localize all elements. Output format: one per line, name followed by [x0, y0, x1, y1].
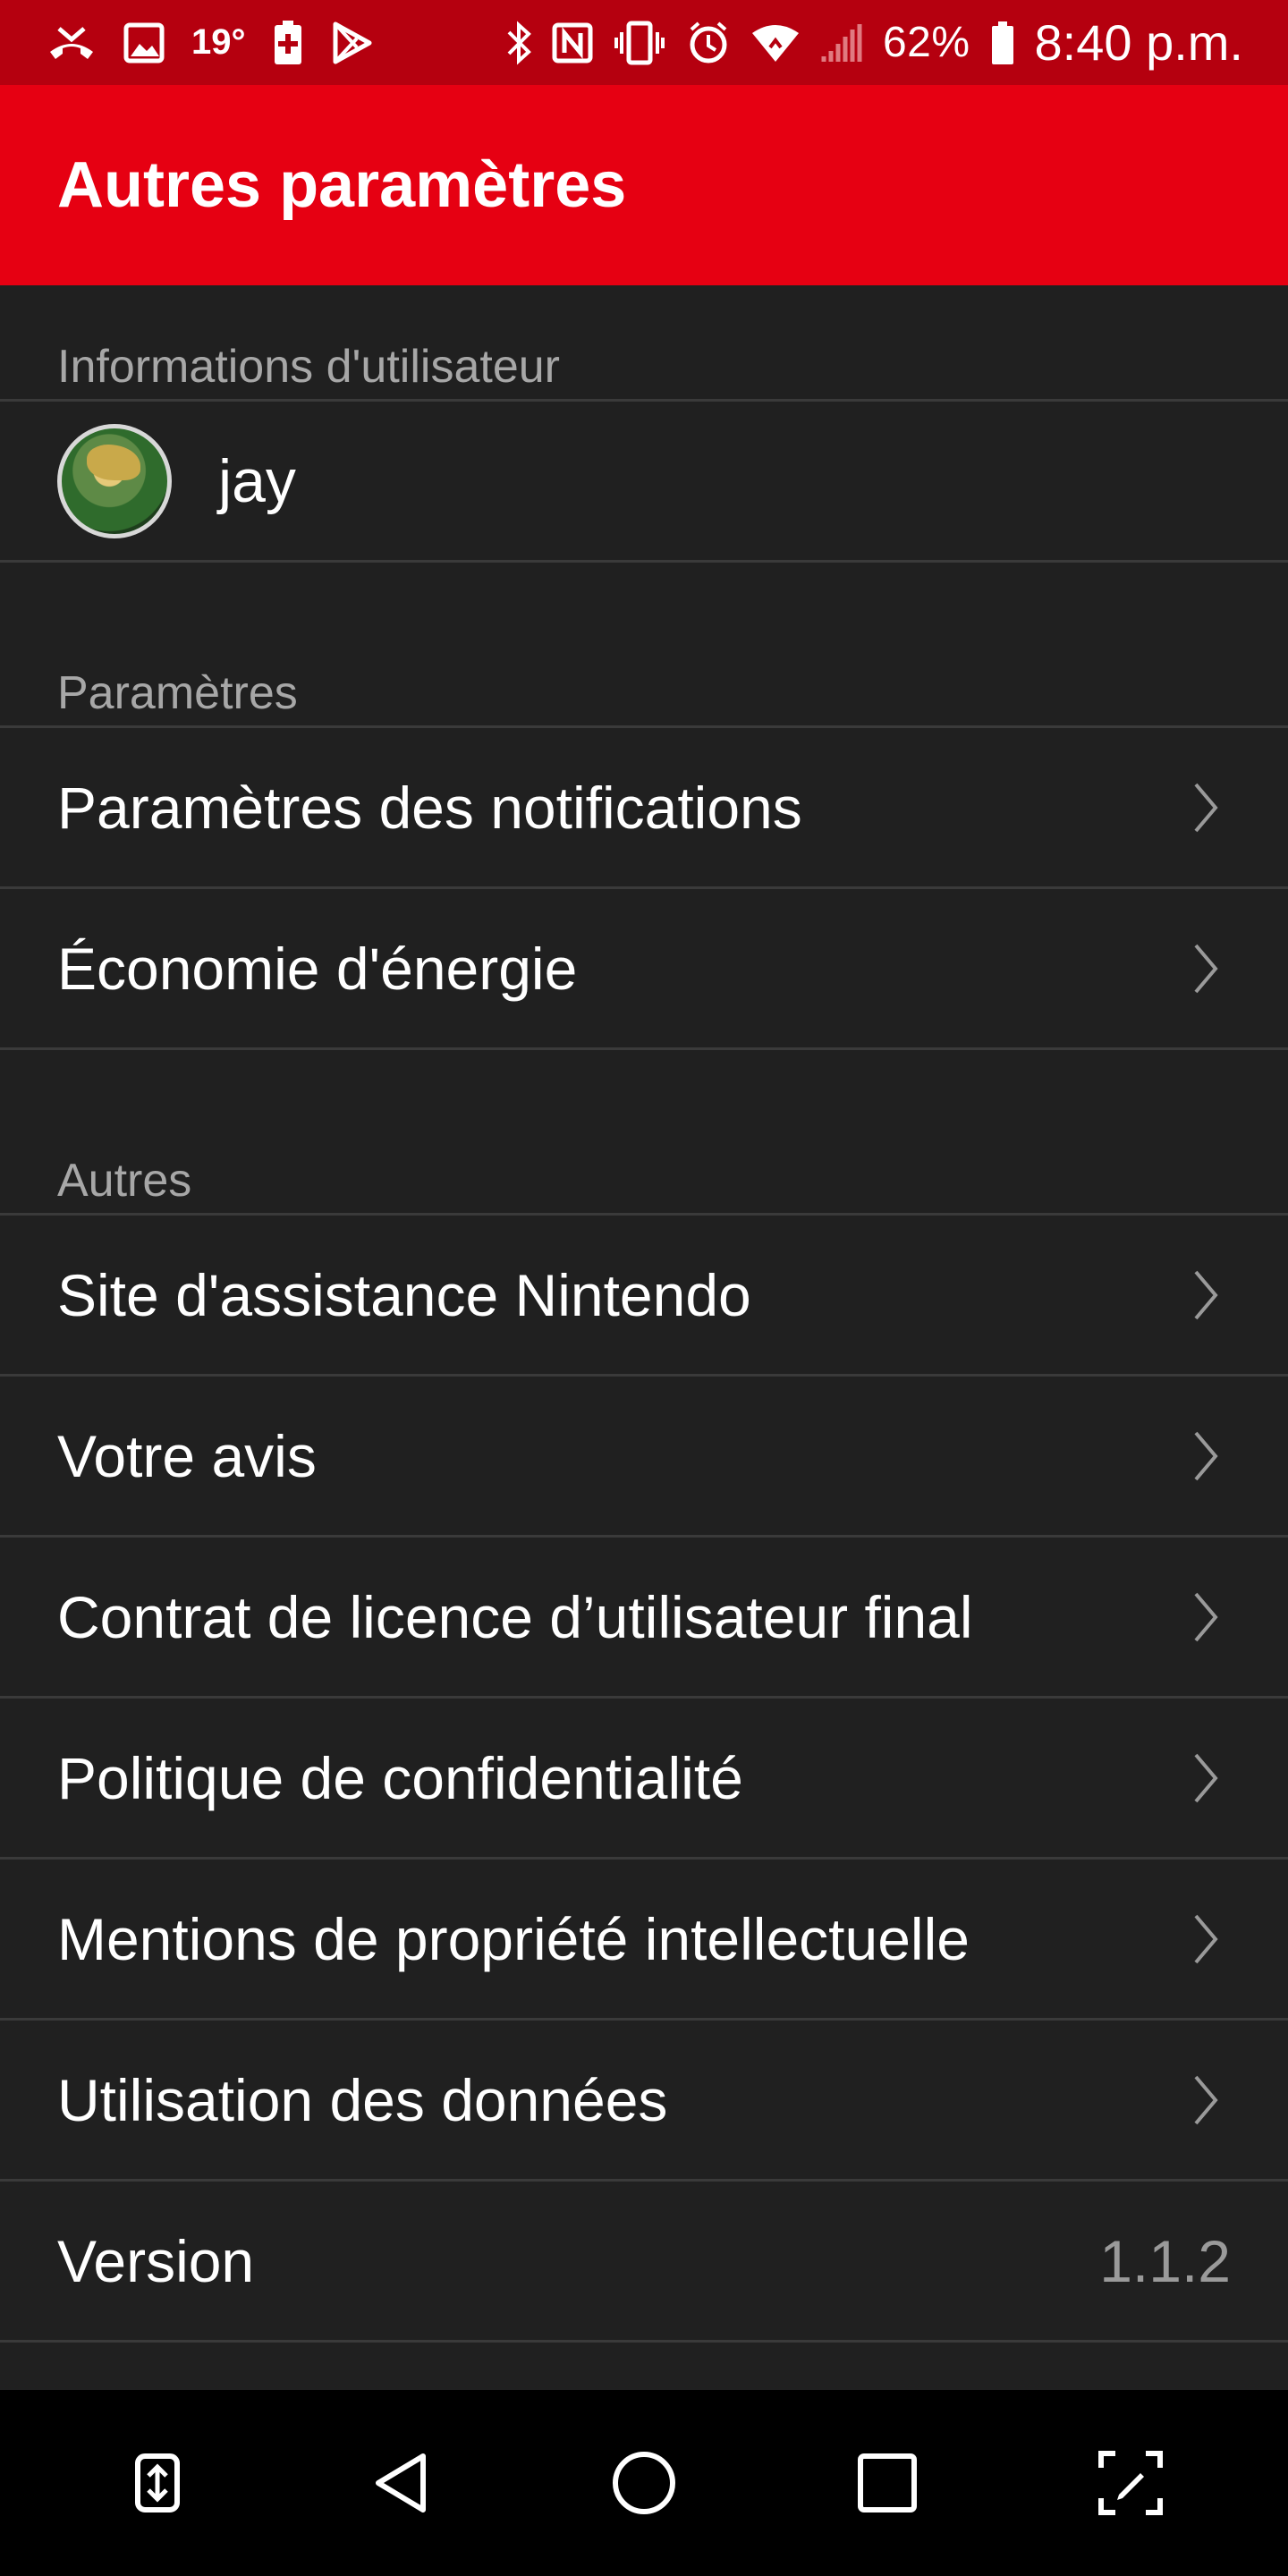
wifi-icon	[750, 16, 801, 70]
bluetooth-icon	[505, 16, 532, 70]
feedback-item[interactable]: Votre avis	[0, 1377, 1288, 1538]
chevron-right-icon	[1188, 779, 1224, 836]
signal-icon	[820, 16, 863, 70]
settings-list[interactable]: Informations d'utilisateur jay Paramètre…	[0, 285, 1288, 2343]
capture-icon[interactable]	[1077, 2429, 1184, 2537]
list-item-label: Paramètres des notifications	[57, 774, 802, 841]
battery-saver-icon	[273, 16, 303, 70]
back-icon[interactable]	[347, 2429, 454, 2537]
version-row: Version 1.1.2	[0, 2182, 1288, 2343]
chevron-right-icon	[1188, 1589, 1224, 1646]
missed-call-icon	[47, 16, 97, 70]
section-header-label: Paramètres	[57, 667, 298, 719]
app-bar: Autres paramètres	[0, 85, 1288, 285]
gallery-icon	[123, 16, 165, 70]
username-text: jay	[218, 446, 296, 515]
section-header-user-info: Informations d'utilisateur	[0, 285, 1288, 402]
nfc-icon	[552, 16, 593, 70]
status-left-icons: 19°	[47, 0, 373, 85]
chevron-right-icon	[1188, 1267, 1224, 1324]
energy-saving-item[interactable]: Économie d'énergie	[0, 889, 1288, 1050]
battery-percent-text: 62%	[882, 19, 970, 66]
ip-notices-item[interactable]: Mentions de propriété intellectuelle	[0, 1860, 1288, 2021]
chevron-right-icon	[1188, 1428, 1224, 1485]
alarm-icon	[686, 16, 731, 70]
version-value: 1.1.2	[1099, 2227, 1231, 2294]
clock-text: 8:40 p.m.	[1034, 14, 1243, 71]
user-profile-row[interactable]: jay	[0, 402, 1288, 563]
data-usage-item[interactable]: Utilisation des données	[0, 2021, 1288, 2182]
notification-settings-item[interactable]: Paramètres des notifications	[0, 728, 1288, 889]
avatar	[57, 423, 172, 538]
version-label: Version	[57, 2227, 255, 2294]
section-header-others: Autres	[0, 1050, 1288, 1216]
list-item-label: Site d'assistance Nintendo	[57, 1261, 751, 1328]
list-item-label: Utilisation des données	[57, 2066, 668, 2133]
list-item-label: Mentions de propriété intellectuelle	[57, 1905, 970, 1972]
status-bar: 19° 62% 8:40 p.m.	[0, 0, 1288, 85]
page-title: Autres paramètres	[57, 149, 627, 221]
list-item-label: Politique de confidentialité	[57, 1744, 743, 1811]
list-item-label: Votre avis	[57, 1422, 317, 1489]
chevron-right-icon	[1188, 1911, 1224, 1968]
section-header-label: Informations d'utilisateur	[57, 341, 560, 393]
list-item-label: Contrat de licence d’utilisateur final	[57, 1583, 973, 1650]
section-header-label: Autres	[57, 1155, 192, 1207]
swap-app-icon[interactable]	[104, 2429, 211, 2537]
navigation-bar	[0, 2390, 1288, 2576]
status-right-icons: 62% 8:40 p.m.	[505, 0, 1243, 85]
temperature-text: 19°	[191, 22, 246, 62]
chevron-right-icon	[1188, 2072, 1224, 2129]
section-header-settings: Paramètres	[0, 563, 1288, 728]
battery-icon	[990, 16, 1015, 70]
chevron-right-icon	[1188, 940, 1224, 997]
eula-item[interactable]: Contrat de licence d’utilisateur final	[0, 1538, 1288, 1699]
home-icon[interactable]	[590, 2429, 698, 2537]
vibrate-icon	[613, 16, 666, 70]
privacy-policy-item[interactable]: Politique de confidentialité	[0, 1699, 1288, 1860]
nintendo-support-item[interactable]: Site d'assistance Nintendo	[0, 1216, 1288, 1377]
chevron-right-icon	[1188, 1750, 1224, 1807]
recents-icon[interactable]	[834, 2429, 941, 2537]
play-store-icon	[330, 16, 373, 70]
list-item-label: Économie d'énergie	[57, 935, 578, 1002]
